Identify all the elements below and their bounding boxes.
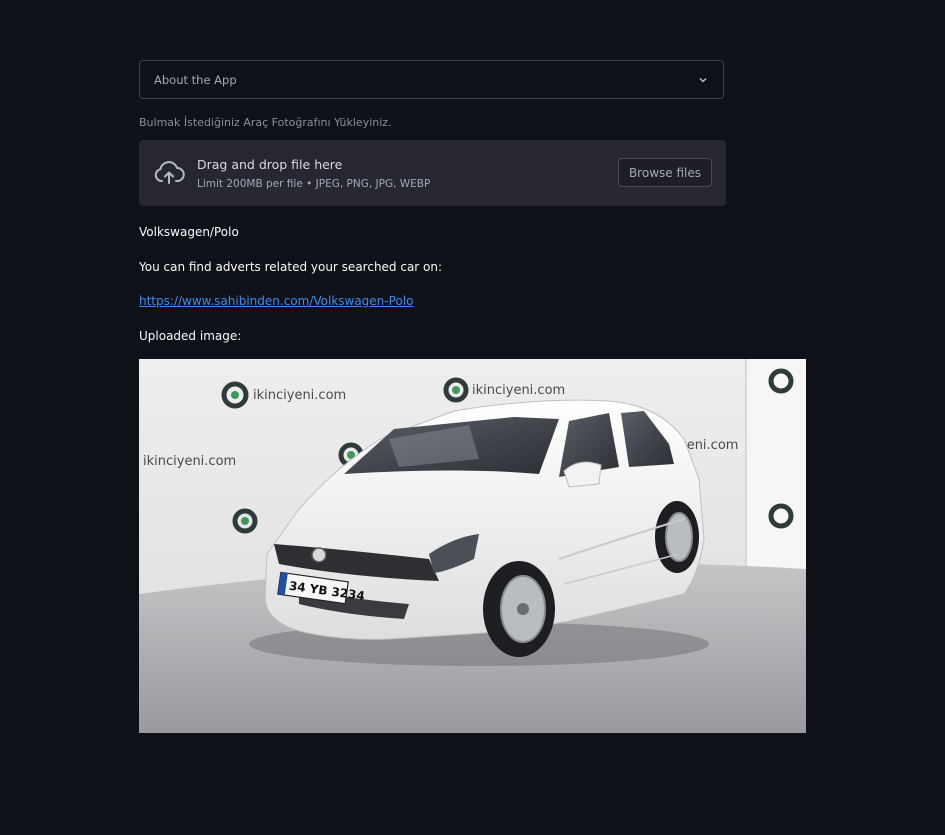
svg-text:ikinciyeni.com: ikinciyeni.com <box>472 383 565 398</box>
about-app-expander[interactable]: About the App <box>139 60 724 99</box>
file-dropzone[interactable]: Drag and drop file here Limit 200MB per … <box>139 140 726 206</box>
sahibinden-link[interactable]: https://www.sahibinden.com/Volkswagen-Po… <box>139 293 806 309</box>
chevron-down-icon <box>697 74 709 86</box>
main-container: About the App Bulmak İstediğiniz Araç Fo… <box>139 60 806 733</box>
uploaded-car-image: ikinciyeni.com ikinciyeni.com ikinciyeni… <box>139 359 806 733</box>
svg-text:ikinciyeni.com: ikinciyeni.com <box>253 388 346 403</box>
adverts-text: You can find adverts related your search… <box>139 260 443 274</box>
cloud-upload-icon <box>153 157 185 189</box>
uploaded-image-caption: Uploaded image: <box>139 329 242 343</box>
car-name: Volkswagen/Polo <box>139 225 239 239</box>
browse-files-button[interactable]: Browse files <box>617 158 712 187</box>
dropzone-instructions: Drag and drop file here Limit 200MB per … <box>197 157 430 190</box>
expander-label: About the App <box>154 72 237 87</box>
dropzone-limit: Limit 200MB per file • JPEG, PNG, JPG, W… <box>197 177 431 190</box>
dropzone-title: Drag and drop file here <box>197 156 343 172</box>
uploader-label: Bulmak İstediğiniz Araç Fotoğrafını Yükl… <box>139 116 392 129</box>
svg-text:ikinciyeni.com: ikinciyeni.com <box>143 454 236 469</box>
